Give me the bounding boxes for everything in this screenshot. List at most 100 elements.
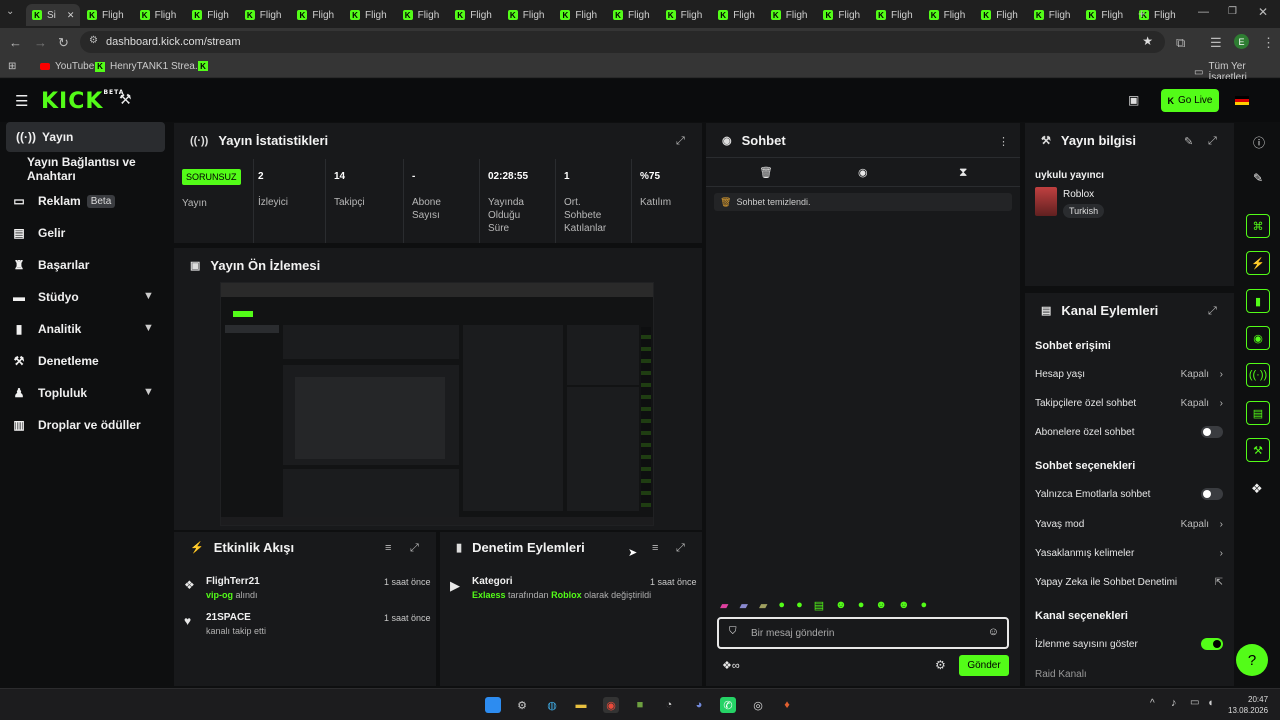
toggle-switch[interactable] [1201,638,1223,650]
kick-logo[interactable]: KICKBETA [41,89,124,114]
rail-scene-icon[interactable]: ⌘ [1246,214,1270,238]
rail-actions-icon[interactable]: ▤ [1246,401,1270,425]
help-button[interactable]: ? [1236,644,1268,676]
chat-extras-icon[interactable]: ❖∞ [722,659,740,672]
microphone-icon[interactable]: ♦ [779,697,795,713]
rail-broadcast-icon[interactable]: ((·)) [1246,363,1270,387]
rail-chat-icon[interactable]: ◉ [1246,326,1270,350]
setting-followers-only[interactable]: Takipçilere özel sohbet Kapalı › [1035,394,1223,412]
expand-icon[interactable]: ⤢ [676,135,685,148]
rail-bolt-icon[interactable]: ⚡ [1246,251,1270,275]
expand-icon[interactable]: ⤢ [676,542,685,555]
settings-icon[interactable]: ⚙ [514,697,530,713]
chat-input[interactable]: ⛉ Bir mesaj gönderin ☺ [717,617,1009,649]
setting-ai-moderation[interactable]: Yapay Zeka ile Sohbet Denetimi ⇱ [1035,573,1223,591]
pencil-icon[interactable]: ✎ [1253,171,1263,185]
language-flag-icon[interactable] [1235,96,1249,105]
browser-tab[interactable]: K Fligh [87,4,124,26]
info-icon[interactable]: ⓘ [1253,134,1265,151]
browser-tab[interactable]: K Fligh [665,4,702,26]
trash-icon[interactable]: 🗑 [759,166,773,179]
emote-icon[interactable]: ● [921,599,928,615]
bookmark-youtube[interactable]: YouTube [40,61,94,72]
sidebar-item-reklam[interactable]: ▭ Reklam Beta [12,190,116,212]
sidebar-item-studyo[interactable]: ▬ Stüdyo [12,286,79,308]
tv-icon[interactable]: ▣ [1128,93,1139,107]
browser-tab[interactable]: K Fligh [1086,4,1123,26]
browser-menu-icon[interactable]: ⋮ [1262,35,1275,51]
tab-search-icon[interactable]: ⌄ [6,6,14,17]
discord-icon[interactable]: ◕ [691,697,707,713]
tray-chevron-icon[interactable]: ^ [1150,698,1155,709]
apps-icon[interactable]: ⊞ [8,61,16,72]
rail-extras-icon[interactable]: ❖ [1251,481,1263,497]
sidebar-item-stream-key[interactable]: Yayın Bağlantısı ve Anahtarı [27,155,170,183]
tab-active[interactable]: K Si ✕ [26,4,81,26]
sidebar-item-basarilar[interactable]: ♜ Başarılar [12,254,90,276]
reading-list-icon[interactable]: ☰ [1210,35,1222,51]
steam-icon[interactable]: ◔ [661,697,677,713]
network-icon[interactable]: ▭ [1190,697,1199,708]
reload-icon[interactable]: ↻ [58,35,69,51]
sidebar-item-droplar[interactable]: ▥ Droplar ve ödüller [12,414,140,436]
emote-icon[interactable]: ▰ [759,599,767,615]
preview-video[interactable] [220,282,654,526]
browser-tab[interactable]: K Fligh [981,4,1018,26]
sidebar-item-topluluk[interactable]: ♟ Topluluk [12,382,88,404]
browser-tab[interactable]: K Fligh [718,4,755,26]
browser-tab[interactable]: K Fligh [297,4,334,26]
minimize-icon[interactable]: — [1198,6,1209,18]
rail-shield-icon[interactable]: ▮ [1246,289,1270,313]
setting-raid-channel[interactable]: Raid Kanalı [1035,665,1223,683]
chevron-down-icon[interactable]: ▼ [143,290,154,302]
close-tab-icon[interactable]: ✕ [67,10,75,21]
chevron-down-icon[interactable]: ▼ [143,386,154,398]
send-button[interactable]: Gönder [959,655,1009,676]
browser-tab[interactable]: K Fligh [244,4,281,26]
browser-tab[interactable]: K Fligh [876,4,913,26]
chat-bubble-icon[interactable]: ◉ [858,166,868,179]
expand-icon[interactable]: ⤢ [1208,305,1217,318]
hammer-icon[interactable]: ⚒ [119,91,132,108]
gear-icon[interactable]: ⚙ [935,658,946,672]
edit-icon[interactable]: ✎ [1184,135,1193,148]
setting-slow-mode[interactable]: Yavaş mod Kapalı › [1035,515,1223,533]
sidebar-item-denetleme[interactable]: ⚒ Denetleme [12,350,99,372]
maximize-icon[interactable]: ❐ [1228,6,1237,17]
browser-tab[interactable]: K Fligh [928,4,965,26]
browser-tab[interactable]: K Fligh [560,4,597,26]
profile-avatar[interactable]: E [1234,34,1249,49]
chat-menu-icon[interactable]: ⋮ [998,135,1009,148]
address-bar[interactable]: ⚙ dashboard.kick.com/stream ★ [80,31,1165,53]
emote-icon[interactable]: ▰ [739,599,747,615]
filter-icon[interactable]: ≡ [385,542,391,554]
chevron-down-icon[interactable]: ▼ [143,322,154,334]
browser-tab[interactable]: K Fligh [770,4,807,26]
emote-icon[interactable]: ☻ [898,599,910,615]
emote-icon[interactable]: ▰ [720,599,728,615]
sidebar-item-gelir[interactable]: ▤ Gelir [12,222,65,244]
setting-account-age[interactable]: Hesap yaşı Kapalı › [1035,365,1223,383]
bookmark-henrytank[interactable]: K HenryTANK1 Strea... [95,61,203,72]
windows-start-icon[interactable] [485,697,501,713]
browser-tab[interactable]: K Fligh [613,4,650,26]
browser-tab[interactable]: K Fligh [1033,4,1070,26]
edge-icon[interactable]: ◍ [544,697,560,713]
expand-icon[interactable]: ⤢ [410,542,419,555]
browser-tab[interactable]: K Fligh [192,4,229,26]
sidebar-item-analitik[interactable]: ▮ Analitik [12,318,82,340]
emote-icon[interactable]: ▤ [814,599,824,615]
browser-tab[interactable]: K Fligh [139,4,176,26]
emoji-icon[interactable]: ☺ [988,626,999,638]
filter-icon[interactable]: ≡ [652,542,658,554]
mic-tray-icon[interactable]: ♪ [1171,697,1177,709]
browser-tab[interactable]: K Fligh [350,4,387,26]
toggle-switch[interactable] [1201,488,1223,500]
new-tab-icon[interactable]: + [1138,6,1146,21]
expand-icon[interactable]: ⤢ [1208,135,1217,148]
extensions-icon[interactable]: ⧉ [1176,35,1185,51]
browser-tab[interactable]: K Fligh [823,4,860,26]
clock[interactable]: 20:47 13.08.2026 [1228,694,1268,716]
folder-icon[interactable]: ▬ [573,697,589,713]
browser-tab[interactable]: K Fligh [507,4,544,26]
